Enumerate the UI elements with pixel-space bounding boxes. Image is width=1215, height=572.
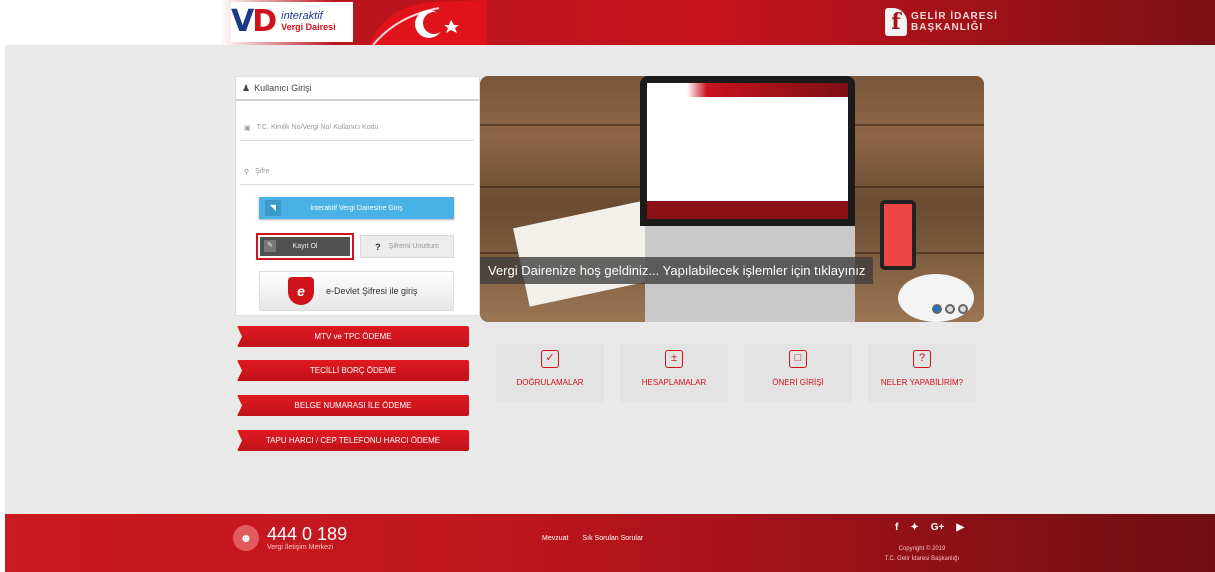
notebook-image <box>513 201 657 307</box>
tile-label: ÖNERİ GİRİŞİ <box>772 378 824 387</box>
people-icon: ☻ <box>233 524 259 551</box>
edit-icon: ✎ <box>264 240 276 252</box>
edevlet-shield-icon: e <box>288 277 314 305</box>
facebook-icon[interactable]: f <box>895 522 898 533</box>
login-title-text: Kullanıcı Girişi <box>254 83 312 93</box>
login-button-label: İnteraktif Vergi Dairesine Giriş <box>310 204 403 212</box>
payment-button-tecilli[interactable]: TECİLLİ BORÇ ÖDEME <box>237 360 469 381</box>
username-placeholder: T.C. Kimlik No/Vergi No/ Kullanıcı Kodu <box>256 124 379 131</box>
slider-dots <box>932 304 968 314</box>
youtube-icon[interactable]: ▶ <box>956 522 964 533</box>
login-button[interactable]: ◥ İnteraktif Vergi Dairesine Giriş <box>259 197 454 219</box>
tile-label: DOĞRULAMALAR <box>516 378 584 387</box>
question-icon: ? <box>375 241 381 252</box>
image-slider[interactable]: Vergi Dairenize hoş geldiniz... Yapılabi… <box>480 76 984 322</box>
question-monitor-icon: ? <box>913 350 931 368</box>
slider-dot-2[interactable] <box>945 304 955 314</box>
footer-link-sss[interactable]: Sık Sorulan Sorular <box>582 535 643 542</box>
password-field[interactable]: ⚲ Şifre <box>240 159 474 185</box>
tile-label: NELER YAPABİLİRİM? <box>880 378 964 387</box>
tile-dogrulamalar[interactable]: ✓ DOĞRULAMALAR <box>496 344 604 402</box>
footer-links: Mevzuat Sık Sorulan Sorular <box>542 535 643 542</box>
password-placeholder: Şifre <box>255 168 270 175</box>
gib-line2: BAŞKANLIĞI <box>911 22 984 33</box>
coffee-cup-image <box>898 274 974 322</box>
footer-bar: ☻ 444 0 189 Vergi İletişim Merkezi Mevzu… <box>5 514 1215 572</box>
logo-line2: Vergi Dairesi <box>281 22 336 32</box>
payment-button-belge[interactable]: BELGE NUMARASI İLE ÖDEME <box>237 395 469 416</box>
forgot-password-label: Şifremi Unuttum <box>388 243 439 250</box>
payment-button-tapu[interactable]: TAPU HARCI / CEP TELEFONU HARCI ÖDEME <box>237 430 469 451</box>
ivd-logo[interactable]: VD interaktif Vergi Dairesi <box>231 2 353 42</box>
contact-center[interactable]: ☻ 444 0 189 Vergi İletişim Merkezi <box>233 524 347 551</box>
slider-caption[interactable]: Vergi Dairenize hoş geldiniz... Yapılabi… <box>480 257 874 284</box>
forgot-password-button[interactable]: ? Şifremi Unuttum <box>360 235 454 258</box>
page-frame: VD interaktif Vergi Dairesi f GELİR İDAR… <box>5 0 1215 572</box>
social-links: f ✦ G+ ▶ <box>895 522 964 533</box>
quick-links: ✓ DOĞRULAMALAR ± HESAPLAMALAR □ ÖNERİ Gİ… <box>496 344 976 402</box>
google-plus-icon[interactable]: G+ <box>931 522 945 533</box>
login-title: ♟ Kullanıcı Girişi <box>236 77 479 101</box>
username-field[interactable]: ▣ T.C. Kimlik No/Vergi No/ Kullanıcı Kod… <box>240 115 474 141</box>
phone-number: 444 0 189 <box>267 524 348 544</box>
phone-image <box>880 200 916 270</box>
gib-line1: GELİR İDARESİ <box>911 11 998 22</box>
org-name: T.C. Gelir İdaresi Başkanlığı <box>884 556 960 562</box>
calculator-icon: ± <box>665 350 683 368</box>
laptop-image <box>640 76 855 226</box>
tile-label: HESAPLAMALAR <box>641 378 707 387</box>
copyright-line: Copyright © 2019 <box>898 546 946 552</box>
phone-label: Vergi İletişim Merkezi <box>267 544 334 551</box>
logo-mark-v: V <box>231 4 254 39</box>
gib-logo[interactable]: f GELİR İDARESİ BAŞKANLIĞI <box>885 8 998 36</box>
header-bar: VD interaktif Vergi Dairesi f GELİR İDAR… <box>5 0 1215 45</box>
login-panel: ♟ Kullanıcı Girişi ▣ T.C. Kimlik No/Verg… <box>235 76 480 316</box>
slider-dot-3[interactable] <box>958 304 968 314</box>
key-icon: ⚲ <box>244 168 250 176</box>
footer-link-mevzuat[interactable]: Mevzuat <box>542 535 568 542</box>
user-icon: ♟ <box>242 82 251 93</box>
inbox-icon: □ <box>789 350 807 368</box>
tile-oneri-girisi[interactable]: □ ÖNERİ GİRİŞİ <box>744 344 852 402</box>
register-button-label: Kayıt Ol <box>292 243 318 250</box>
twitter-icon[interactable]: ✦ <box>910 522 918 533</box>
search-check-icon: ✓ <box>541 350 559 368</box>
register-button[interactable]: ✎ Kayıt Ol <box>256 233 354 260</box>
unlock-icon: ◥ <box>265 200 281 216</box>
payment-button-mtv[interactable]: MTV ve TPC ÖDEME <box>237 326 469 347</box>
copyright: Copyright © 2019 T.C. Gelir İdaresi Başk… <box>865 544 979 564</box>
tile-hesaplamalar[interactable]: ± HESAPLAMALAR <box>620 344 728 402</box>
logo-line1: interaktif <box>281 10 323 22</box>
edevlet-login-label: e-Devlet Şifresi ile giriş <box>326 286 418 296</box>
lock-icon: ▣ <box>244 124 251 132</box>
turkish-flag-image <box>369 0 487 45</box>
edevlet-login-button[interactable]: e e-Devlet Şifresi ile giriş <box>259 271 454 311</box>
gib-emblem-icon: f <box>885 8 907 36</box>
logo-mark-d: D <box>252 4 277 39</box>
tile-neler-yapabilirim[interactable]: ? NELER YAPABİLİRİM? <box>868 344 976 402</box>
slider-dot-1[interactable] <box>932 304 942 314</box>
